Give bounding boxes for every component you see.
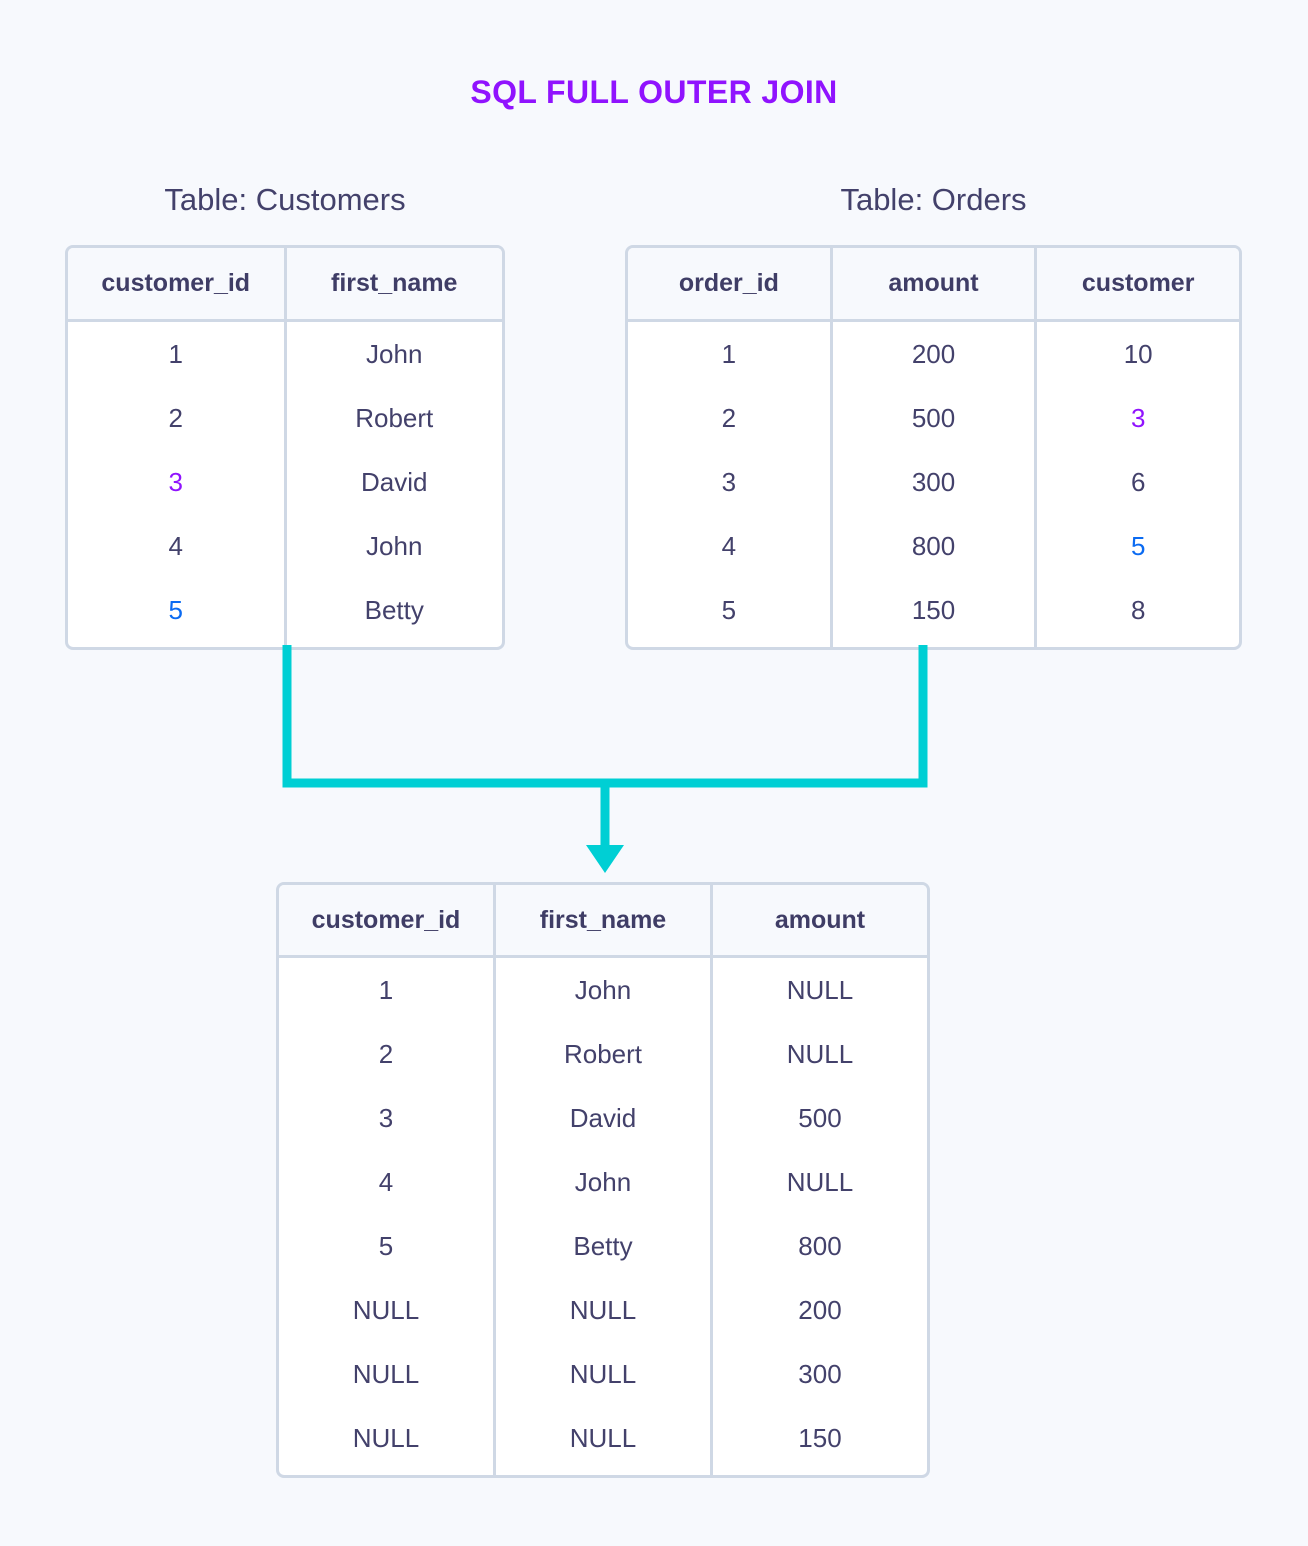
result-column-amount: amount NULL NULL 500 NULL 800 200 300 150 — [713, 885, 927, 1475]
orders-cell: 4 — [628, 514, 830, 578]
orders-cell: 2 — [628, 386, 830, 450]
orders-cell: 8 — [1037, 578, 1239, 642]
orders-cell: 10 — [1037, 322, 1239, 386]
orders-cell: 3 — [628, 450, 830, 514]
customers-cell: Betty — [286, 578, 502, 642]
result-header-customer_id: customer_id — [279, 885, 493, 958]
result-cell: John — [496, 958, 710, 1022]
result-cell: 1 — [279, 958, 493, 1022]
customers-cell: 3 — [68, 450, 284, 514]
customers-header-customer_id: customer_id — [68, 248, 284, 322]
customers-column-first_name: first_name John Robert David John Betty — [286, 248, 502, 647]
result-cell: Robert — [496, 1022, 710, 1086]
result-cell: 200 — [713, 1278, 927, 1342]
result-cell: Betty — [496, 1214, 710, 1278]
result-table: customer_id 1 2 3 4 5 NULL NULL NULL first_name Jo… — [276, 882, 930, 1478]
join-arrow-down-icon — [282, 645, 928, 873]
result-cell: 500 — [713, 1086, 927, 1150]
result-header-first_name: first_name — [496, 885, 710, 958]
orders-cell: 150 — [832, 578, 1035, 642]
result-cell: NULL — [496, 1278, 710, 1342]
result-cell: NULL — [713, 1022, 927, 1086]
orders-header-customer: customer — [1037, 248, 1239, 322]
result-cell: 5 — [279, 1214, 493, 1278]
customers-cell: David — [286, 450, 502, 514]
orders-header-order_id: order_id — [628, 248, 830, 322]
customers-cell: 1 — [68, 322, 284, 386]
result-cell: John — [496, 1150, 710, 1214]
customers-cell: John — [286, 514, 502, 578]
customers-cell: Robert — [286, 386, 502, 450]
orders-table: order_id 1 2 3 4 5 amount 200 500 300 800 150 custom… — [625, 245, 1242, 650]
orders-cell: 800 — [832, 514, 1035, 578]
result-cell: 4 — [279, 1150, 493, 1214]
orders-cell: 5 — [1037, 514, 1239, 578]
orders-cell: 500 — [832, 386, 1035, 450]
customers-table: customer_id 1 2 3 4 5 first_name John Robert Davi… — [65, 245, 505, 650]
customers-cell: 2 — [68, 386, 284, 450]
orders-column-amount: amount 200 500 300 800 150 — [832, 248, 1038, 647]
result-cell: NULL — [496, 1342, 710, 1406]
customers-table-title: Table: Customers — [164, 182, 406, 217]
diagram-canvas: SQL FULL OUTER JOIN Table: Customers Tab… — [0, 0, 1308, 1546]
orders-column-order_id: order_id 1 2 3 4 5 — [628, 248, 833, 647]
result-cell: David — [496, 1086, 710, 1150]
result-cell: 150 — [713, 1406, 927, 1470]
result-column-first_name: first_name John Robert David John Betty NULL NU… — [496, 885, 713, 1475]
customers-cell: 4 — [68, 514, 284, 578]
result-cell: 300 — [713, 1342, 927, 1406]
customers-column-customer_id: customer_id 1 2 3 4 5 — [68, 248, 287, 647]
orders-cell: 300 — [832, 450, 1035, 514]
result-column-customer_id: customer_id 1 2 3 4 5 NULL NULL NULL — [279, 885, 496, 1475]
result-cell: NULL — [713, 1150, 927, 1214]
orders-cell: 6 — [1037, 450, 1239, 514]
result-cell: NULL — [279, 1342, 493, 1406]
result-cell: NULL — [279, 1278, 493, 1342]
orders-cell: 3 — [1037, 386, 1239, 450]
result-cell: 800 — [713, 1214, 927, 1278]
result-header-amount: amount — [713, 885, 927, 958]
orders-column-customer: customer 10 3 6 5 8 — [1037, 248, 1239, 647]
customers-cell: 5 — [68, 578, 284, 642]
orders-table-title: Table: Orders — [840, 182, 1027, 217]
customers-cell: John — [286, 322, 502, 386]
result-cell: 3 — [279, 1086, 493, 1150]
page-title: SQL FULL OUTER JOIN — [470, 74, 838, 110]
result-cell: 2 — [279, 1022, 493, 1086]
result-cell: NULL — [279, 1406, 493, 1470]
result-cell: NULL — [713, 958, 927, 1022]
customers-header-first_name: first_name — [286, 248, 502, 322]
orders-cell: 1 — [628, 322, 830, 386]
orders-cell: 5 — [628, 578, 830, 642]
result-cell: NULL — [496, 1406, 710, 1470]
orders-header-amount: amount — [832, 248, 1035, 322]
orders-cell: 200 — [832, 322, 1035, 386]
